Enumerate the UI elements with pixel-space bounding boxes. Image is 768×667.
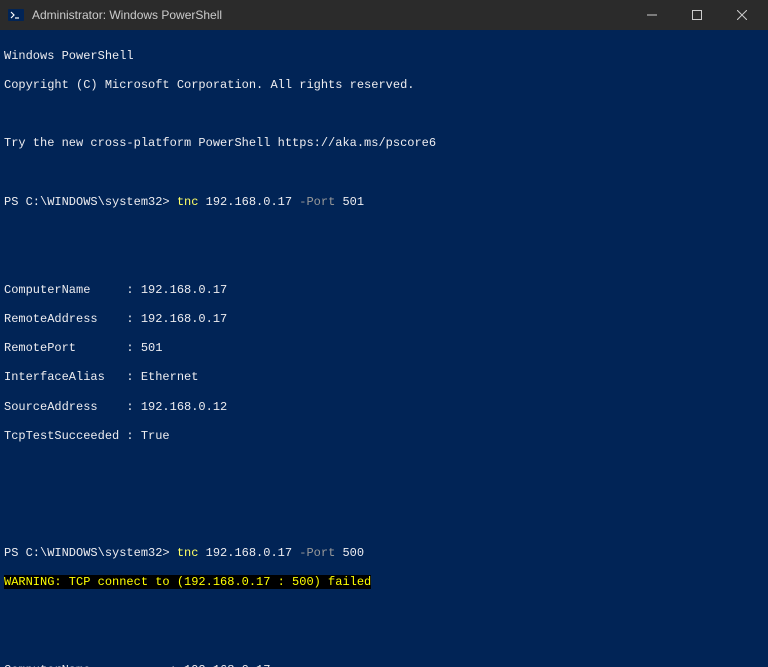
result-line: SourceAddress : 192.168.0.12 [4, 400, 768, 415]
powershell-icon [8, 7, 24, 23]
warning-text: WARNING: TCP connect to (192.168.0.17 : … [4, 575, 371, 589]
blank-line [4, 634, 768, 649]
powershell-window: Administrator: Windows PowerShell Window… [0, 0, 768, 667]
arg-ip: 192.168.0.17 [206, 195, 292, 209]
blank-line [4, 107, 768, 122]
result-line: InterfaceAlias : Ethernet [4, 370, 768, 385]
window-title: Administrator: Windows PowerShell [32, 8, 629, 22]
cmdlet: tnc [177, 195, 199, 209]
blank-line [4, 458, 768, 473]
header-line: Try the new cross-platform PowerShell ht… [4, 136, 768, 151]
prompt: PS C:\WINDOWS\system32> [4, 195, 177, 209]
arg-port: 501 [342, 195, 364, 209]
blank-line [4, 604, 768, 619]
blank-line [4, 166, 768, 181]
warning-line: WARNING: TCP connect to (192.168.0.17 : … [4, 575, 768, 590]
arg-port: 500 [342, 546, 364, 560]
titlebar[interactable]: Administrator: Windows PowerShell [0, 0, 768, 30]
param-port: -Port [299, 195, 335, 209]
blank-line [4, 487, 768, 502]
blank-line [4, 253, 768, 268]
minimize-button[interactable] [629, 0, 674, 30]
close-button[interactable] [719, 0, 764, 30]
result-line: RemoteAddress : 192.168.0.17 [4, 312, 768, 327]
arg-ip: 192.168.0.17 [206, 546, 292, 560]
result-line: RemotePort : 501 [4, 341, 768, 356]
header-line: Copyright (C) Microsoft Corporation. All… [4, 78, 768, 93]
cmdlet: tnc [177, 546, 199, 560]
header-line: Windows PowerShell [4, 49, 768, 64]
blank-line [4, 224, 768, 239]
terminal-output[interactable]: Windows PowerShell Copyright (C) Microso… [0, 30, 768, 667]
result-line: TcpTestSucceeded : True [4, 429, 768, 444]
maximize-button[interactable] [674, 0, 719, 30]
result-line: ComputerName : 192.168.0.17 [4, 663, 768, 667]
result-line: ComputerName : 192.168.0.17 [4, 283, 768, 298]
prompt: PS C:\WINDOWS\system32> [4, 546, 177, 560]
command-line: PS C:\WINDOWS\system32> tnc 192.168.0.17… [4, 546, 768, 561]
blank-line [4, 517, 768, 532]
param-port: -Port [299, 546, 335, 560]
window-controls [629, 0, 764, 30]
command-line: PS C:\WINDOWS\system32> tnc 192.168.0.17… [4, 195, 768, 210]
